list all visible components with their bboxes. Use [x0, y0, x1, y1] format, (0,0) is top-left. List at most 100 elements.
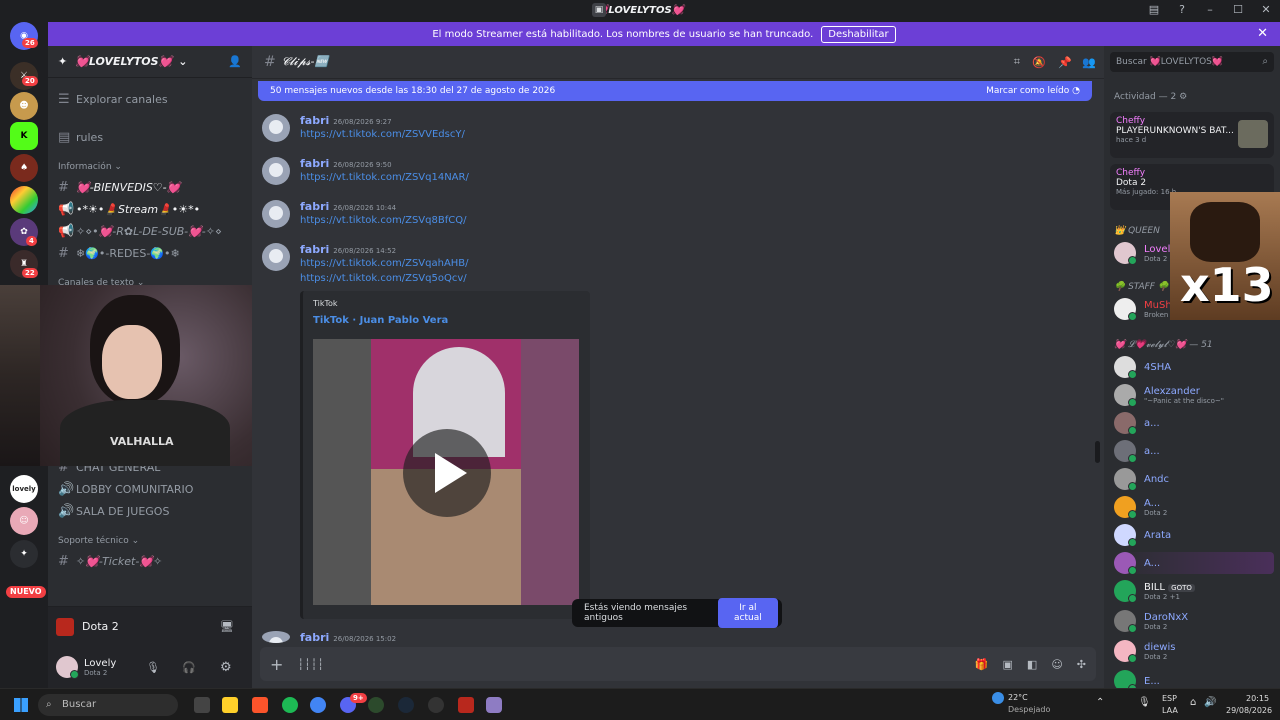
member-item[interactable]: diewis Dota 2	[1114, 640, 1175, 663]
author-avatar[interactable]	[262, 631, 290, 643]
sticker-icon[interactable]: ◧	[1027, 658, 1037, 671]
notification-icon[interactable]: 🔕	[1032, 56, 1046, 69]
server-icon-10[interactable]: ✦	[10, 540, 38, 568]
member-item[interactable]: BILL GOTO Dota 2 +1	[1114, 580, 1195, 603]
member-item[interactable]: Alexzander "~Panic at the disco~"	[1114, 384, 1224, 407]
mark-read-button[interactable]: Marcar como leído ◔	[986, 86, 1080, 96]
play-button-icon[interactable]	[403, 429, 491, 517]
settings-icon[interactable]: ⚙	[220, 660, 232, 675]
server-icon-5[interactable]	[10, 186, 38, 214]
channel-stream[interactable]: 📢 •*☀•💄Stream💄•☀*•	[58, 202, 200, 217]
disable-streamer-button[interactable]: Deshabilitar	[821, 25, 896, 43]
member-item[interactable]: A...	[1114, 552, 1274, 575]
inbox-icon[interactable]: ▤	[1140, 0, 1168, 20]
apps-icon[interactable]: ✣	[1077, 658, 1086, 671]
author-name[interactable]: fabri	[300, 157, 329, 170]
channel-bienvenidos[interactable]: # 💓-BIENVEDIS♡-💓	[58, 180, 180, 195]
gif-icon[interactable]: ▣	[1003, 658, 1013, 671]
help-icon[interactable]: ?	[1168, 0, 1196, 20]
author-name[interactable]: fabri	[300, 114, 329, 127]
lovely-server-icon[interactable]: lovely	[10, 475, 38, 503]
message-link[interactable]: https://vt.tiktok.com/ZSVq14NAR/	[300, 172, 469, 183]
author-avatar[interactable]	[262, 243, 290, 271]
spotify-icon[interactable]	[282, 697, 298, 713]
mark-read-label: Marcar como leído	[986, 86, 1070, 96]
category-support[interactable]: Soporte técnico ⌄	[58, 536, 139, 546]
member-item[interactable]: a...	[1114, 412, 1160, 435]
pin-icon[interactable]: 📌	[1058, 56, 1072, 69]
explore-channels[interactable]: ☰ Explorar canales	[58, 92, 168, 107]
kick-server-icon[interactable]: K	[10, 122, 38, 150]
server-icon-2[interactable]: ☻	[10, 92, 38, 120]
activity-panel[interactable]: Dota 2 🖥	[48, 606, 252, 646]
network-icon[interactable]: ⌂	[1190, 697, 1196, 708]
server-icon-4[interactable]: ♠	[10, 154, 38, 182]
message-link[interactable]: https://vt.tiktok.com/ZSVqahAHB/	[300, 258, 469, 269]
maximize-button[interactable]: ☐	[1224, 0, 1252, 20]
channel-redes[interactable]: # ❄🌍•-REDES-🌍•❄	[58, 246, 180, 261]
dota-taskbar-icon[interactable]	[458, 697, 474, 713]
obs-icon[interactable]	[368, 697, 384, 713]
gift-icon[interactable]: 🎁	[975, 658, 989, 671]
author-name[interactable]: fabri	[300, 243, 329, 256]
video-thumbnail[interactable]	[313, 339, 579, 605]
threads-icon[interactable]: ⌗	[1014, 55, 1020, 69]
channel-lobby[interactable]: 🔊 LOBBY COMUNITARIO	[58, 482, 193, 497]
activity-card[interactable]: Cheffy PLAYERUNKNOWN'S BAT... hace 3 d	[1110, 112, 1274, 158]
channel-sala[interactable]: 🔊 SALA DE JUEGOS	[58, 504, 169, 519]
member-item[interactable]: A... Dota 2	[1114, 496, 1167, 519]
user-avatar[interactable]	[56, 656, 79, 679]
emoji-icon[interactable]: ☺	[1051, 658, 1062, 671]
category-info[interactable]: Información ⌄	[58, 162, 122, 172]
task-view-icon[interactable]	[194, 697, 210, 713]
add-attachment-icon[interactable]: +	[270, 655, 283, 674]
app-icon[interactable]	[428, 697, 444, 713]
author-avatar[interactable]	[262, 200, 290, 228]
tray-chevron-icon[interactable]: ⌃	[1096, 697, 1104, 708]
screen-share-icon[interactable]: 🖥	[220, 620, 234, 633]
message-link[interactable]: https://vt.tiktok.com/ZSVVEdscY/	[300, 129, 465, 140]
steam-icon[interactable]	[398, 697, 414, 713]
member-item[interactable]: Arata	[1114, 524, 1171, 547]
member-item[interactable]: DaroNxX Dota 2	[1114, 610, 1188, 633]
author-name[interactable]: fabri	[300, 200, 329, 213]
clock-time[interactable]: 20:15	[1246, 694, 1269, 703]
close-window-button[interactable]: ✕	[1252, 0, 1280, 20]
embed-title[interactable]: TikTok · Juan Pablo Vera	[313, 315, 448, 326]
channel-rol-de-sub[interactable]: 📢 ✧⋄•💓-R✿L-DE-SUB-💓-✧⋄	[58, 224, 222, 239]
search-input[interactable]: Buscar 💓LOVELYTOS💓	[1110, 52, 1274, 72]
message-link[interactable]: https://vt.tiktok.com/ZSVq5oQcv/	[300, 273, 469, 284]
jump-to-present-button[interactable]: Ir al actual	[717, 598, 778, 628]
member-item[interactable]: a...	[1114, 440, 1160, 463]
member-item[interactable]: Lovely Dota 2	[1114, 242, 1176, 265]
add-member-icon[interactable]: 👤	[228, 55, 242, 68]
microphone-tray-icon[interactable]: 🎙	[1138, 697, 1151, 708]
new-messages-bar[interactable]: 50 mensajes nuevos desde las 18:30 del 2…	[258, 81, 1092, 101]
server-icon-9[interactable]: ☺	[10, 507, 38, 535]
microphone-icon[interactable]: 🎙	[146, 661, 160, 674]
member-item[interactable]: Andc	[1114, 468, 1169, 491]
windows-start-icon[interactable]	[14, 698, 28, 712]
taskbar-search[interactable]: ⌕ Buscar	[38, 694, 178, 716]
message-composer[interactable]: + ┆┆┆┆ 🎁 ▣ ◧ ☺ ✣	[260, 647, 1096, 681]
member-item[interactable]: 4SHA	[1114, 356, 1171, 379]
app-icon[interactable]	[486, 697, 502, 713]
message-time: 26/08/2026 10:44	[333, 204, 397, 212]
members-icon[interactable]: 👥	[1082, 56, 1096, 69]
author-avatar[interactable]	[262, 157, 290, 185]
scrollbar[interactable]	[1095, 441, 1100, 463]
headphones-icon[interactable]: 🎧	[182, 661, 196, 674]
server-header[interactable]: ✦ 💓LOVELYTOS💓 ⌄ 👤	[48, 46, 252, 78]
chrome-icon[interactable]	[310, 697, 326, 713]
author-avatar[interactable]	[262, 114, 290, 142]
author-name[interactable]: fabri	[300, 631, 329, 644]
lang-primary[interactable]: ESP	[1162, 694, 1177, 703]
channel-ticket[interactable]: # ✧💓-Ticket-💓✧	[58, 554, 162, 569]
minimize-button[interactable]: –	[1196, 0, 1224, 20]
brave-icon[interactable]	[252, 697, 268, 713]
explorer-icon[interactable]	[222, 697, 238, 713]
channel-rules[interactable]: ▤ rules	[58, 130, 103, 145]
message-link[interactable]: https://vt.tiktok.com/ZSVq8BfCQ/	[300, 215, 466, 226]
volume-icon[interactable]: 🔊	[1204, 697, 1216, 708]
close-banner-icon[interactable]: ✕	[1257, 26, 1268, 41]
